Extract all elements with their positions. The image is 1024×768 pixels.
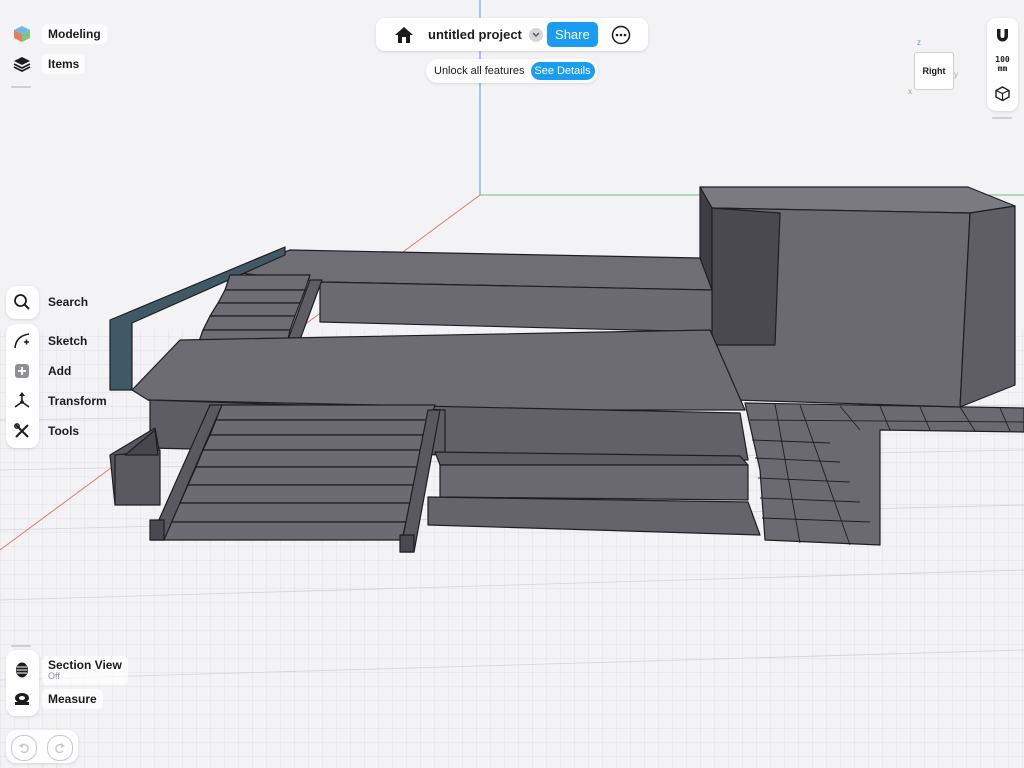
orientation-icon[interactable] — [994, 85, 1011, 102]
axis-y-label: y — [954, 70, 958, 79]
measure-tool[interactable]: Measure — [8, 685, 103, 713]
items-label: Items — [42, 54, 86, 74]
right-panel: 100 mm — [987, 18, 1018, 111]
undo-button[interactable] — [11, 735, 37, 761]
see-details-button[interactable]: See Details — [530, 62, 595, 80]
modeling-cube-icon — [8, 20, 36, 48]
undo-icon — [19, 743, 29, 754]
measure-tape-icon — [8, 685, 36, 713]
view-cube-face[interactable]: Right — [914, 52, 954, 90]
magnet-icon[interactable] — [993, 26, 1012, 45]
unit-display[interactable]: 100 mm — [987, 55, 1018, 73]
unit-value: 100 — [995, 55, 1010, 64]
left-bottom-divider — [11, 645, 31, 647]
add-label: Add — [48, 364, 72, 378]
sketch-icon — [8, 327, 36, 355]
chevron-down-icon[interactable] — [528, 27, 543, 42]
redo-button[interactable] — [47, 735, 73, 761]
unlock-banner: Unlock all features See Details — [426, 59, 598, 83]
add-icon — [8, 357, 36, 385]
section-view-label-group: Section View Off — [42, 655, 128, 685]
sketch-tool[interactable]: Sketch — [8, 327, 87, 355]
unlock-text: Unlock all features — [434, 65, 525, 77]
transform-label: Transform — [48, 394, 107, 408]
more-icon[interactable] — [611, 25, 631, 45]
transform-icon — [8, 387, 36, 415]
redo-icon — [55, 743, 65, 754]
axis-x-label: x — [908, 87, 912, 96]
search-icon — [8, 288, 36, 316]
left-top-divider — [11, 86, 31, 88]
add-tool[interactable]: Add — [8, 357, 71, 385]
measure-label: Measure — [42, 689, 103, 709]
transform-tool[interactable]: Transform — [8, 387, 107, 415]
share-button[interactable]: Share — [546, 22, 598, 47]
axis-z-label: z — [917, 38, 921, 47]
search-tool[interactable]: Search — [8, 288, 88, 316]
modeling-tool[interactable]: Modeling — [8, 20, 107, 48]
unit-suffix: mm — [997, 64, 1008, 73]
section-view-tool[interactable]: Section View Off — [8, 655, 128, 685]
right-divider — [992, 117, 1012, 119]
tools-label: Tools — [48, 424, 80, 438]
modeling-label: Modeling — [42, 24, 107, 44]
top-bar: untitled project Share — [376, 18, 648, 51]
items-tool[interactable]: Items — [8, 50, 86, 78]
section-view-icon — [8, 656, 36, 684]
tools-tool[interactable]: Tools — [8, 417, 79, 445]
3d-viewport[interactable] — [0, 0, 1024, 768]
tools-icon — [8, 417, 36, 445]
layers-icon — [8, 50, 36, 78]
project-title[interactable]: untitled project — [428, 27, 522, 42]
home-icon[interactable] — [394, 25, 414, 45]
search-label: Search — [48, 295, 89, 309]
sketch-label: Sketch — [48, 334, 88, 348]
